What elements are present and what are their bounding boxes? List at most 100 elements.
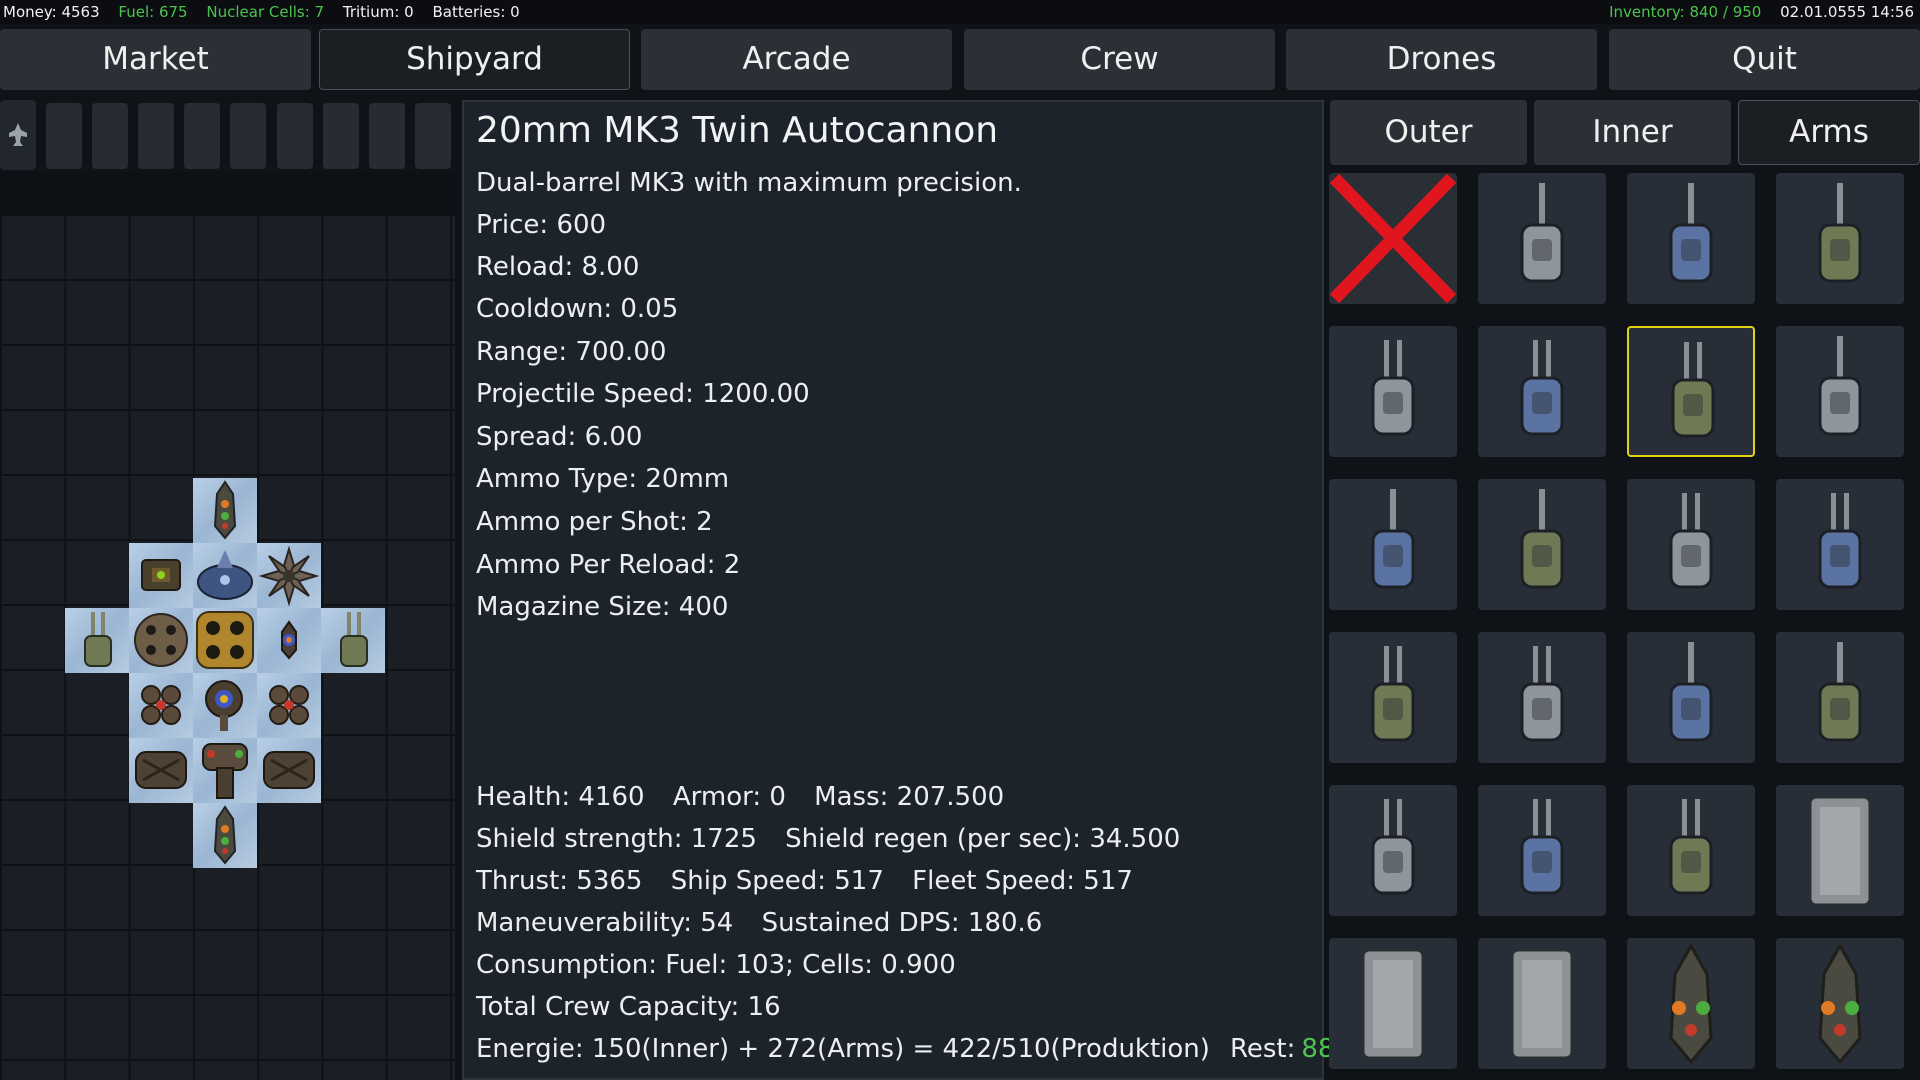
turret-icon: [1520, 489, 1564, 589]
drones-button[interactable]: Drones: [1286, 29, 1597, 90]
tab-arms[interactable]: Arms: [1738, 100, 1920, 165]
equipment-armor-plate-slot[interactable]: [1478, 938, 1606, 1069]
equipment-turret-slot[interactable]: [1627, 785, 1755, 916]
equipment-turret-slot[interactable]: [1776, 479, 1904, 610]
item-range: Range: 700.00: [476, 337, 667, 367]
thruster-cluster-icon[interactable]: [265, 679, 313, 731]
gyro-module-icon[interactable]: [200, 675, 248, 733]
equipment-turret-slot[interactable]: [1329, 632, 1457, 763]
sensor-pod-module-icon[interactable]: [131, 610, 191, 670]
plasma-emitter-icon[interactable]: [274, 620, 304, 660]
arcade-button[interactable]: Arcade: [641, 29, 952, 90]
twin-autocannon-installed-icon[interactable]: [334, 610, 374, 670]
turret-icon: [1669, 493, 1713, 589]
equipment-turret-slot[interactable]: [1627, 479, 1755, 610]
ship-slot[interactable]: [277, 103, 313, 169]
ship-slot-selected[interactable]: [0, 100, 36, 170]
ship-energy-row: Energie: 150(Inner) + 272(Arms) = 422/51…: [476, 1034, 1354, 1064]
shield-generator-icon[interactable]: [195, 546, 255, 606]
turret-icon: [1669, 183, 1713, 283]
item-spread: Spread: 6.00: [476, 422, 643, 452]
ship-slot[interactable]: [184, 103, 220, 169]
equipment-turret-slot[interactable]: [1478, 326, 1606, 457]
equipment-turret-slot[interactable]: [1627, 326, 1755, 457]
thruster-cluster-icon[interactable]: [137, 679, 185, 731]
ship-slot[interactable]: [46, 103, 82, 169]
equipment-turret-slot[interactable]: [1478, 479, 1606, 610]
tritium-readout: Tritium: 0: [342, 3, 414, 21]
equipment-turret-slot[interactable]: [1478, 632, 1606, 763]
tab-inner[interactable]: Inner: [1534, 100, 1731, 165]
market-button[interactable]: Market: [0, 29, 311, 90]
item-description-panel: 20mm MK3 Twin Autocannon Dual-barrel MK3…: [462, 100, 1334, 1080]
equipment-turret-slot[interactable]: [1329, 785, 1457, 916]
armor-plate-icon: [1808, 795, 1872, 907]
engine-module-icon[interactable]: [203, 805, 247, 865]
equipment-turret-slot[interactable]: [1329, 326, 1457, 457]
equipment-armor-plate-slot[interactable]: [1329, 938, 1457, 1069]
reactor-module-icon[interactable]: [138, 552, 184, 598]
item-title: 20mm MK3 Twin Autocannon: [476, 110, 999, 151]
equipment-turret-slot[interactable]: [1776, 173, 1904, 304]
ship-health: Health: 4160: [476, 782, 645, 812]
cargo-bay-module-icon[interactable]: [261, 746, 317, 794]
ship-stats-row-1: Health: 4160 Armor: 0 Mass: 207.500: [476, 782, 1024, 812]
ship-stats-row-2: Shield strength: 1725 Shield regen (per …: [476, 824, 1200, 854]
ship-slot[interactable]: [415, 103, 451, 169]
crew-button[interactable]: Crew: [964, 29, 1275, 90]
ship-slot[interactable]: [138, 103, 174, 169]
equipment-turret-slot[interactable]: [1478, 173, 1606, 304]
ship-build-grid[interactable]: [0, 214, 455, 1080]
equipment-engine-slot[interactable]: [1776, 938, 1904, 1069]
equipment-turret-slot[interactable]: [1776, 632, 1904, 763]
item-description: Dual-barrel MK3 with maximum precision.: [476, 168, 1022, 198]
turret-icon: [1671, 342, 1715, 438]
turret-icon: [1520, 183, 1564, 283]
equipment-engine-slot[interactable]: [1627, 938, 1755, 1069]
core-reactor-module-icon[interactable]: [195, 610, 255, 670]
ship-slot[interactable]: [323, 103, 359, 169]
left-divider-strip: [0, 172, 455, 212]
ship-slot-bar: [0, 100, 455, 170]
twin-autocannon-installed-icon[interactable]: [78, 610, 118, 670]
item-cooldown: Cooldown: 0.05: [476, 294, 679, 324]
ship-slot[interactable]: [369, 103, 405, 169]
equipment-turret-slot[interactable]: [1776, 326, 1904, 457]
energy-rest-label: Rest:: [1229, 1034, 1296, 1064]
ship-shield-regen: Shield regen (per sec): 34.500: [785, 824, 1181, 854]
tab-outer[interactable]: Outer: [1330, 100, 1527, 165]
equipment-armor-plate-slot[interactable]: [1776, 785, 1904, 916]
ship-crew-capacity: Total Crew Capacity: 16: [476, 992, 781, 1022]
fuel-readout: Fuel: 675: [118, 3, 188, 21]
quit-button[interactable]: Quit: [1609, 29, 1920, 90]
ship-slot[interactable]: [230, 103, 266, 169]
turret-icon: [1371, 489, 1415, 589]
ship-silhouette-icon: [9, 123, 27, 146]
equipment-turret-slot[interactable]: [1478, 785, 1606, 916]
item-ammo-type: Ammo Type: 20mm: [476, 464, 730, 494]
turret-icon: [1669, 642, 1713, 742]
equipment-turret-slot[interactable]: [1627, 632, 1755, 763]
item-reload: Reload: 8.00: [476, 252, 640, 282]
item-ammo-per-shot: Ammo per Shot: 2: [476, 507, 713, 537]
ship-speed: Ship Speed: 517: [670, 866, 884, 896]
equipment-turret-slot[interactable]: [1627, 173, 1755, 304]
armor-spike-module-icon[interactable]: [258, 545, 320, 607]
turret-icon: [1818, 336, 1862, 436]
equipment-turret-slot[interactable]: [1329, 479, 1457, 610]
shipyard-button[interactable]: Shipyard: [319, 29, 630, 90]
money-readout: Money: 4563: [3, 3, 100, 21]
main-engine-module-icon[interactable]: [197, 740, 253, 802]
turret-icon: [1371, 799, 1415, 895]
ship-consumption: Consumption: Fuel: 103; Cells: 0.900: [476, 950, 956, 980]
turret-icon: [1818, 642, 1862, 742]
status-bar: Money: 4563 Fuel: 675 Nuclear Cells: 7 T…: [0, 0, 1920, 24]
ship-slot[interactable]: [92, 103, 128, 169]
remove-item-slot[interactable]: [1329, 173, 1457, 304]
turret-icon: [1371, 340, 1415, 436]
turret-icon: [1818, 493, 1862, 589]
cargo-bay-module-icon[interactable]: [133, 746, 189, 794]
engine-module-icon[interactable]: [203, 480, 247, 540]
item-price: Price: 600: [476, 210, 607, 240]
ship-mass: Mass: 207.500: [814, 782, 1005, 812]
